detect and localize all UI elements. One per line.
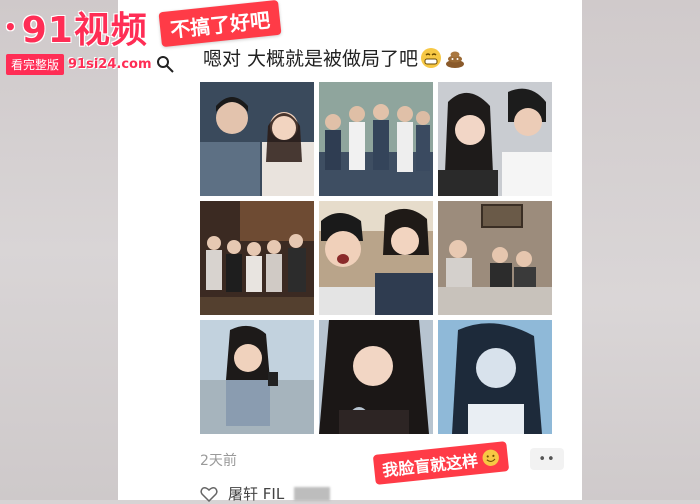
- post-time: 2天前: [200, 453, 237, 469]
- comment-row: 屠轩 FIL: [200, 483, 331, 504]
- photo-2[interactable]: [319, 82, 433, 196]
- post-text-row: 嗯对 大概就是被做局了吧: [203, 44, 466, 71]
- photo-6[interactable]: [438, 201, 552, 315]
- blurred-text: [294, 486, 331, 501]
- background-left: [0, 0, 118, 500]
- post-text: 嗯对 大概就是被做局了吧: [203, 48, 419, 70]
- comment-author: 屠轩 FIL: [228, 485, 285, 503]
- poop-emoji-icon: [446, 51, 465, 68]
- watermark-dot-icon: •: [4, 15, 18, 39]
- watermark-subline[interactable]: 看完整版 91si24.com: [6, 53, 176, 75]
- photo-9[interactable]: [438, 320, 552, 434]
- photo-grid: [200, 82, 552, 434]
- heart-icon[interactable]: [200, 486, 218, 502]
- watermark-tag[interactable]: 看完整版: [6, 53, 65, 75]
- smile-emoji-icon: [482, 449, 499, 466]
- watermark-logo-text: 91视频: [21, 10, 148, 51]
- watermark-url[interactable]: 91si24.com: [68, 57, 152, 72]
- photo-3[interactable]: [438, 82, 552, 196]
- photo-7[interactable]: [200, 320, 314, 434]
- photo-1[interactable]: [200, 82, 314, 196]
- watermark-logo: • 91视频: [4, 6, 148, 51]
- background-right: [582, 0, 700, 500]
- grin-emoji-icon: [421, 47, 442, 68]
- more-button[interactable]: ••: [530, 448, 564, 470]
- search-icon[interactable]: [154, 53, 176, 75]
- photo-5[interactable]: [319, 201, 433, 315]
- photo-8[interactable]: [319, 320, 433, 434]
- photo-4[interactable]: [200, 201, 314, 315]
